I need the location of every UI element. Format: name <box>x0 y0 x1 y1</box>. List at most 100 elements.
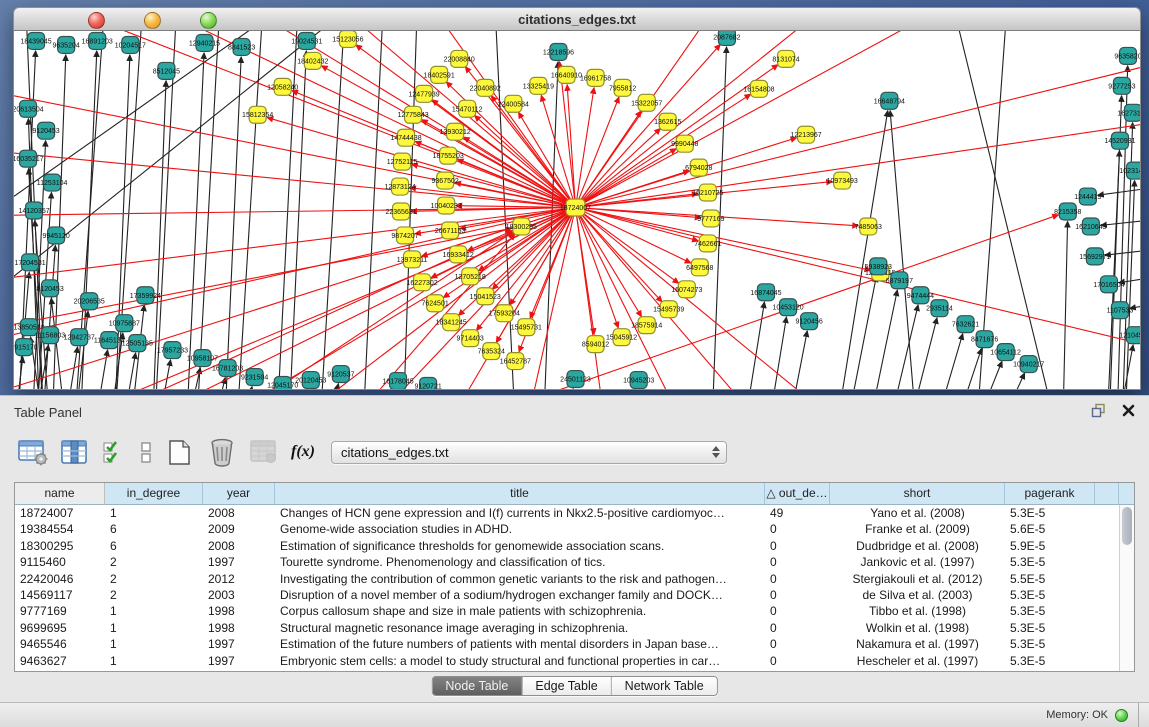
table-cell[interactable]: 1 <box>105 603 203 619</box>
table-cell[interactable]: 5.3E-5 <box>1005 620 1095 636</box>
table-cell[interactable]: Tibbo et al. (1998) <box>830 603 1005 619</box>
float-panel-icon[interactable] <box>1091 403 1106 423</box>
table-cell[interactable]: 2 <box>105 571 203 587</box>
table-cell[interactable]: 5.3E-5 <box>1005 554 1095 570</box>
graph-edge-red[interactable] <box>431 208 575 278</box>
table-cell[interactable]: 5.3E-5 <box>1005 587 1095 603</box>
table-cell[interactable]: 2008 <box>203 538 275 554</box>
graph-edge-black[interactable] <box>975 361 1002 389</box>
network-canvas[interactable]: 2200884018402591124779391277584314744438… <box>13 31 1141 390</box>
delete-column-icon[interactable] <box>207 437 237 467</box>
tab-network-table[interactable]: Network Table <box>611 677 717 695</box>
table-cell[interactable]: Estimation of the future numbers of pati… <box>275 636 765 652</box>
column-header-year[interactable]: year <box>203 483 275 505</box>
tab-node-table[interactable]: Node Table <box>432 677 521 695</box>
graph-edge-black[interactable] <box>846 276 876 389</box>
table-cell[interactable]: 0 <box>765 571 830 587</box>
table-cell[interactable]: Corpus callosum shape and size in male p… <box>275 603 765 619</box>
table-cell[interactable]: 1998 <box>203 620 275 636</box>
table-cell[interactable]: 0 <box>765 603 830 619</box>
select-all-columns-icon[interactable] <box>102 439 126 466</box>
table-row[interactable]: 1830029562008Estimation of significance … <box>15 538 1134 554</box>
table-cell[interactable]: 5.3E-5 <box>1005 653 1095 669</box>
graph-edge-red[interactable] <box>575 121 1140 208</box>
table-cell[interactable]: 1 <box>105 636 203 652</box>
table-cell[interactable]: 0 <box>765 653 830 669</box>
column-header-in_degree[interactable]: in_degree <box>105 483 203 505</box>
graph-edge-black[interactable] <box>1101 220 1140 225</box>
column-header-short[interactable]: short <box>830 483 1005 505</box>
table-cell[interactable]: 0 <box>765 620 830 636</box>
scrollbar-thumb[interactable] <box>1122 507 1132 545</box>
graph-edge-black[interactable] <box>888 305 918 389</box>
table-cell[interactable]: 0 <box>765 521 830 537</box>
graph-edge-red[interactable] <box>14 208 575 341</box>
graph-edge-black[interactable] <box>890 111 916 389</box>
graph-edge-red[interactable] <box>575 61 1140 208</box>
close-panel-icon[interactable] <box>1122 404 1135 422</box>
table-cell[interactable]: 5.5E-5 <box>1005 571 1095 587</box>
table-row[interactable]: 2242004622012Investigating the contribut… <box>15 571 1134 587</box>
table-cell[interactable]: 2009 <box>203 521 275 537</box>
table-cell[interactable]: Yano et al. (2008) <box>830 505 1005 521</box>
table-cell[interactable]: 9699695 <box>15 620 105 636</box>
table-cell[interactable]: 2008 <box>203 505 275 521</box>
table-cell[interactable]: 2 <box>105 554 203 570</box>
graph-edge-black[interactable] <box>934 334 962 389</box>
graph-edge-black[interactable] <box>868 290 897 389</box>
graph-edge-black[interactable] <box>320 31 345 389</box>
graph-edge-black[interactable] <box>196 31 219 389</box>
graph-edge-black[interactable] <box>1063 221 1068 389</box>
graph-edge-red[interactable] <box>164 31 575 208</box>
graph-edge-black[interactable] <box>237 31 263 389</box>
table-cell[interactable]: 5.6E-5 <box>1005 521 1095 537</box>
table-cell[interactable]: 9463627 <box>15 653 105 669</box>
table-cell[interactable]: 49 <box>765 505 830 521</box>
function-builder-icon[interactable]: f(x) <box>291 443 315 461</box>
table-cell[interactable]: 6 <box>105 521 203 537</box>
table-cell[interactable]: Nakamura et al. (1997) <box>830 636 1005 652</box>
graph-edge-red[interactable] <box>575 31 715 208</box>
table-cell[interactable]: Embryonic stem cells: a model to study s… <box>275 653 765 669</box>
table-cell[interactable]: 14569117 <box>15 587 105 603</box>
table-cell[interactable]: 2 <box>105 587 203 603</box>
window-titlebar[interactable]: citations_edges.txt <box>13 7 1141 31</box>
column-header-out_de[interactable]: △ out_de… <box>765 483 830 505</box>
table-row[interactable]: 1456911722003Disruption of a novel membe… <box>15 587 1134 603</box>
graph-edge-red[interactable] <box>575 208 766 389</box>
table-cell[interactable]: 5.3E-5 <box>1005 505 1095 521</box>
graph-edge-black[interactable] <box>94 350 107 389</box>
graph-edge-red[interactable] <box>575 94 750 207</box>
table-cell[interactable]: 0 <box>765 587 830 603</box>
tab-edge-table[interactable]: Edge Table <box>521 677 610 695</box>
table-cell[interactable]: 18724007 <box>15 505 105 521</box>
graph-edge-black[interactable] <box>157 360 170 389</box>
graph-edge-black[interactable] <box>955 31 1057 389</box>
table-cell[interactable]: Hescheler et al. (1997) <box>830 653 1005 669</box>
table-cell[interactable]: Wolkin et al. (1998) <box>830 620 1005 636</box>
graph-edge-red[interactable] <box>575 208 661 302</box>
table-row[interactable]: 1938455462009Genome-wide association stu… <box>15 521 1134 537</box>
graph-edge-black[interactable] <box>1107 151 1120 389</box>
table-cell[interactable]: Tourette syndrome. Phenomenology and cla… <box>275 554 765 570</box>
graph-edge-black[interactable] <box>225 57 242 389</box>
graph-edge-black[interactable] <box>74 311 88 389</box>
graph-edge-black[interactable] <box>64 347 77 389</box>
table-cell[interactable]: Changes of HCN gene expression and I(f) … <box>275 505 765 521</box>
table-cell[interactable]: Dudbridge et al. (2008) <box>830 538 1005 554</box>
table-cell[interactable]: 1 <box>105 505 203 521</box>
table-cell[interactable]: 0 <box>765 636 830 652</box>
graph-edge-black[interactable] <box>999 373 1025 389</box>
table-mode-icon[interactable] <box>18 439 48 466</box>
table-cell[interactable]: 0 <box>765 554 830 570</box>
table-cell[interactable]: Estimation of significance thresholds fo… <box>275 538 765 554</box>
memory-indicator-dot[interactable] <box>1115 709 1128 722</box>
graph-edge-black[interactable] <box>788 331 807 389</box>
table-cell[interactable]: Franke et al. (2009) <box>830 521 1005 537</box>
table-cell[interactable]: 1997 <box>203 636 275 652</box>
table-cell[interactable]: 6 <box>105 538 203 554</box>
table-row[interactable]: 1872400712008Changes of HCN gene express… <box>15 505 1134 521</box>
table-cell[interactable]: 19384554 <box>15 521 105 537</box>
vertical-scrollbar[interactable] <box>1119 505 1134 671</box>
table-cell[interactable]: 0 <box>765 538 830 554</box>
